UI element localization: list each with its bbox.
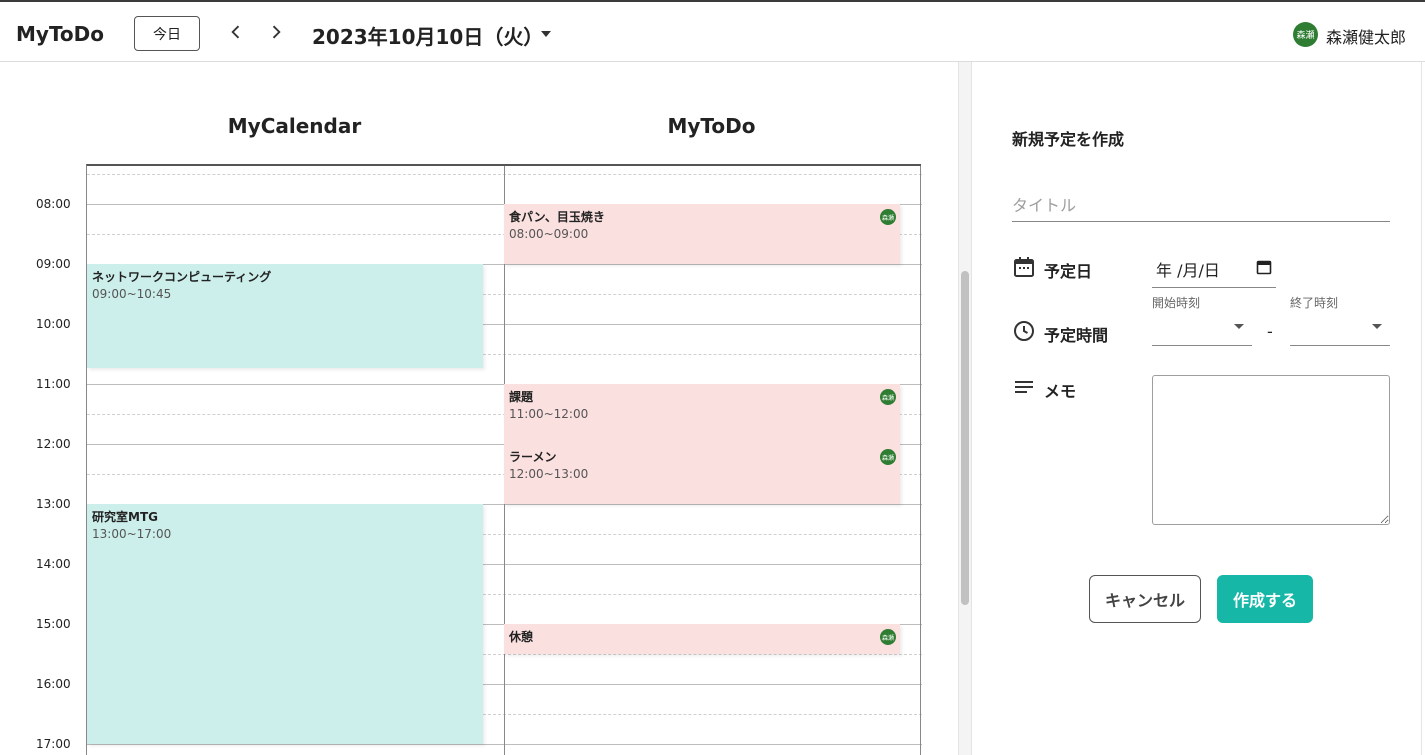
start-time-select[interactable] — [1152, 314, 1252, 346]
memo-textarea[interactable] — [1152, 375, 1390, 525]
user-name: 森瀬健太郎 — [1326, 28, 1407, 47]
caret-down-icon — [1372, 324, 1382, 329]
create-button[interactable]: 作成する — [1217, 575, 1313, 623]
owner-avatar: 森瀬 — [880, 449, 896, 465]
time-label: 12:00 — [36, 437, 71, 451]
time-label: 13:00 — [36, 497, 71, 511]
end-time-label: 終了時刻 — [1290, 296, 1339, 310]
todo-event[interactable]: ラーメン 12:00~13:00 森瀬 — [504, 444, 900, 504]
date-picker-icon[interactable] — [1256, 259, 1272, 275]
owner-avatar: 森瀬 — [880, 629, 896, 645]
prev-day-button[interactable] — [224, 20, 248, 44]
time-label: 17:00 — [36, 737, 71, 751]
todo-event[interactable]: 休憩 森瀬 — [504, 624, 900, 654]
calendar-column-title: MyCalendar — [227, 114, 362, 138]
event-title: ネットワークコンピューティング — [92, 270, 272, 284]
time-label: 予定時間 — [1044, 326, 1109, 345]
time-grid[interactable]: ネットワークコンピューティング 09:00~10:45 研究室MTG 13:00… — [86, 164, 922, 755]
date-label: 予定日 — [1044, 262, 1093, 281]
cancel-button[interactable]: キャンセル — [1089, 575, 1201, 623]
time-label: 11:00 — [36, 377, 71, 391]
event-time: 13:00~17:00 — [92, 527, 172, 541]
event-title: ラーメン — [509, 450, 557, 464]
todo-column-title: MyToDo — [667, 114, 756, 138]
time-label: 09:00 — [36, 257, 71, 271]
calendar-event[interactable]: 研究室MTG 13:00~17:00 — [87, 504, 483, 744]
calendar-icon — [1014, 257, 1034, 277]
time-separator: - — [1267, 322, 1273, 341]
time-label: 08:00 — [36, 197, 71, 211]
title-input[interactable] — [1012, 190, 1390, 222]
owner-avatar: 森瀬 — [880, 389, 896, 405]
notes-icon — [1015, 381, 1033, 393]
clock-icon — [1014, 321, 1034, 341]
panel-title: 新規予定を作成 — [1012, 130, 1125, 149]
event-title: 食パン、目玉焼き — [509, 210, 605, 224]
avatar[interactable]: 森瀬 — [1293, 22, 1318, 47]
calendar-area: MyCalendar MyToDo 08:00 09:00 10:00 11:0… — [0, 62, 958, 755]
next-day-button[interactable] — [264, 20, 288, 44]
event-title: 課題 — [509, 390, 534, 404]
caret-down-icon — [541, 31, 551, 37]
chevron-left-icon — [231, 25, 240, 39]
event-title: 研究室MTG — [92, 510, 158, 524]
event-time: 08:00~09:00 — [509, 227, 589, 241]
start-time-label: 開始時刻 — [1152, 296, 1201, 310]
grid-right-border — [920, 166, 921, 755]
memo-label: メモ — [1044, 382, 1077, 401]
time-label: 10:00 — [36, 317, 71, 331]
end-time-select[interactable] — [1290, 314, 1390, 346]
event-time: 09:00~10:45 — [92, 287, 172, 301]
todo-event[interactable]: 課題 11:00~12:00 森瀬 — [504, 384, 900, 444]
new-event-panel: 新規予定を作成 予定日 年 /月/日 開始時刻 終了時刻 予定時間 - メモ キ… — [972, 62, 1422, 755]
date-dropdown-button[interactable] — [536, 24, 556, 44]
calendar-event[interactable]: ネットワークコンピューティング 09:00~10:45 — [87, 264, 483, 368]
today-button[interactable]: 今日 — [134, 16, 200, 51]
time-label: 15:00 — [36, 617, 71, 631]
current-date: 2023年10月10日（火） — [312, 25, 544, 49]
caret-down-icon — [1234, 324, 1244, 329]
date-input-value: 年 /月/日 — [1156, 261, 1220, 280]
chevron-right-icon — [272, 25, 281, 39]
date-input[interactable]: 年 /月/日 — [1152, 252, 1276, 288]
event-time: 12:00~13:00 — [509, 467, 589, 481]
owner-avatar: 森瀬 — [880, 209, 896, 225]
todo-event[interactable]: 食パン、目玉焼き 08:00~09:00 森瀬 — [504, 204, 900, 264]
time-label: 16:00 — [36, 677, 71, 691]
top-bar: MyToDo 今日 2023年10月10日（火） 森瀬 森瀬健太郎 — [0, 0, 1425, 62]
app-title: MyToDo — [16, 22, 105, 46]
event-time: 11:00~12:00 — [509, 407, 589, 421]
scrollbar-thumb[interactable] — [961, 271, 969, 605]
event-title: 休憩 — [509, 630, 534, 644]
time-label: 14:00 — [36, 557, 71, 571]
